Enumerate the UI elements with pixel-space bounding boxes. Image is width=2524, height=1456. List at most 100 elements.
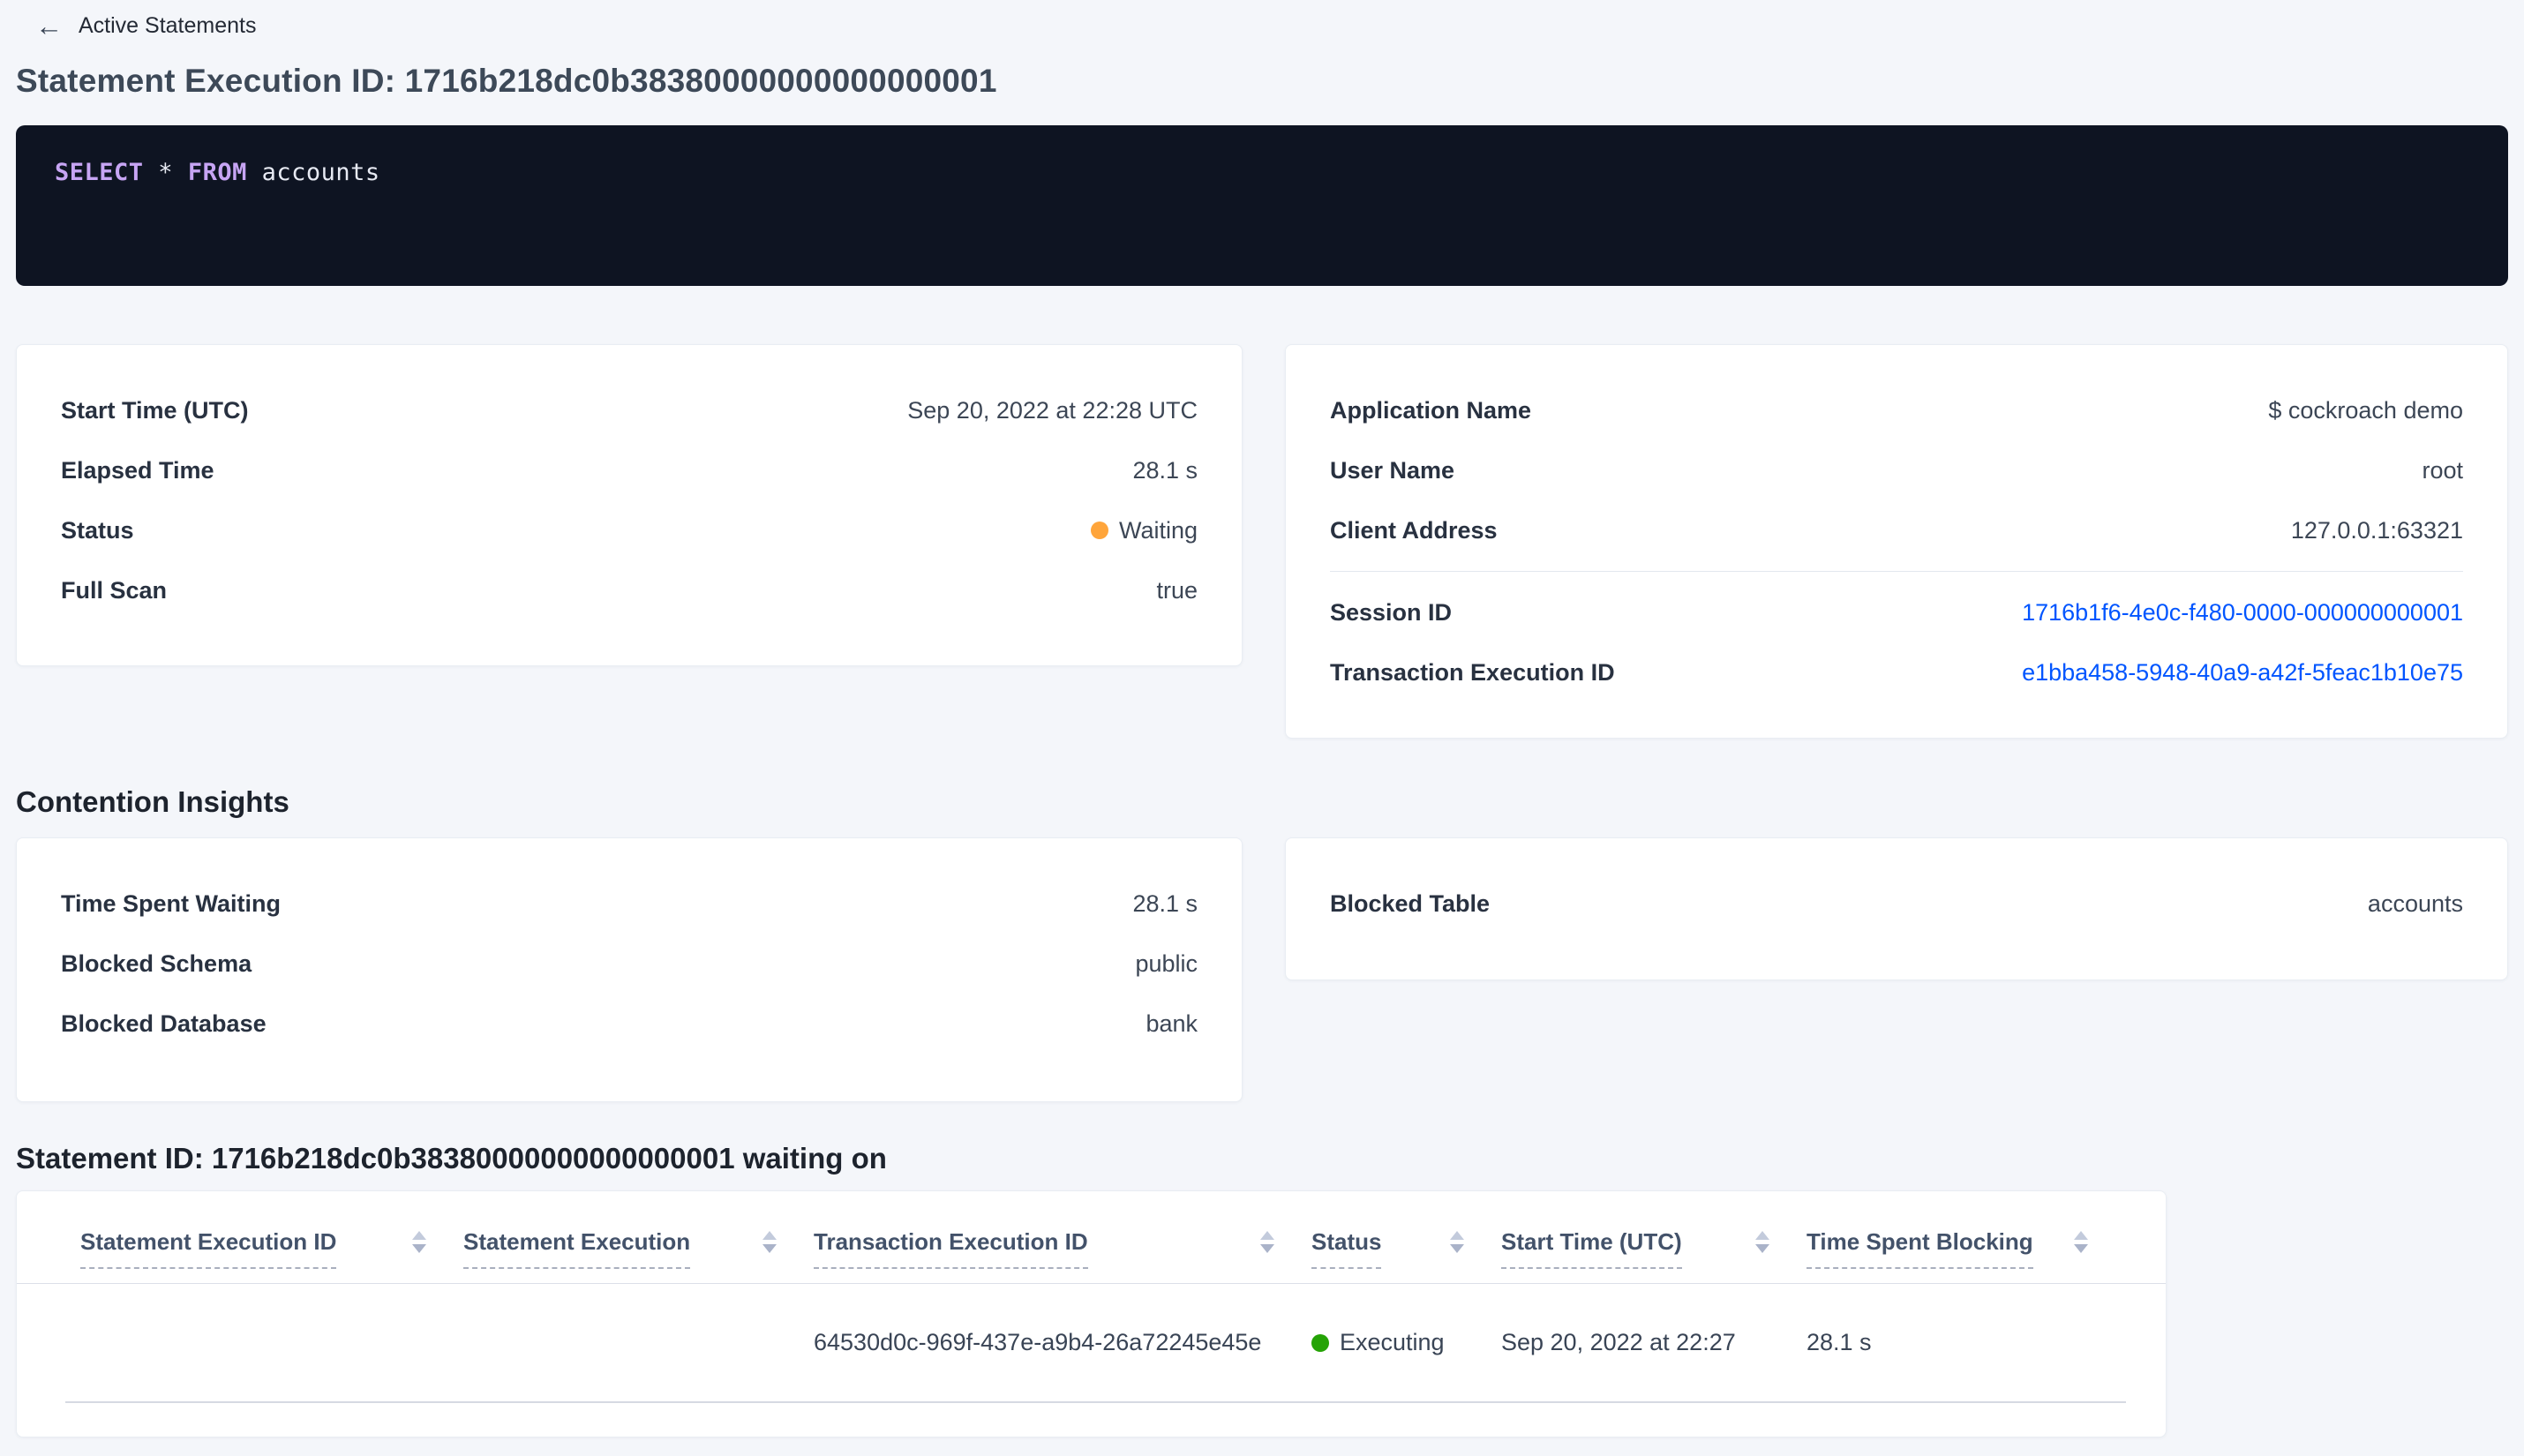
column-header-label[interactable]: Start Time (UTC) [1501, 1228, 1682, 1269]
card-divider [1330, 571, 2463, 572]
sort-icon[interactable] [1260, 1231, 1274, 1253]
status-dot-icon [1311, 1333, 1329, 1352]
sql-token-keyword: SELECT [55, 159, 144, 186]
column-header-statement_execution: Statement Execution [463, 1228, 814, 1269]
session-details-top: Application Name $ cockroach demo User Nam… [1330, 380, 2463, 560]
info-label: Client Address [1330, 516, 1498, 544]
table-row: 64530d0c-969f-437e-a9b4-26a72245e45e Exec… [65, 1284, 2126, 1403]
sql-statement-box: SELECT * FROM accounts [16, 125, 2508, 286]
sql-token-keyword: FROM [187, 159, 247, 186]
column-header-label[interactable]: Statement Execution [463, 1228, 691, 1269]
blocked-table-card: Blocked Table accounts [1285, 837, 2508, 980]
sort-down-icon [1260, 1244, 1274, 1253]
arrow-left-icon: ← [35, 10, 63, 41]
sql-token-plain: * [143, 159, 188, 186]
column-header-time_spent_blocking: Time Spent Blocking [1807, 1228, 2125, 1269]
column-header-label[interactable]: Time Spent Blocking [1807, 1228, 2033, 1269]
info-value: bank [1146, 1009, 1198, 1037]
back-to-active-statements-link[interactable]: ← Active Statements [35, 11, 256, 41]
cell-time_spent_blocking: 28.1 s [1807, 1329, 1872, 1355]
info-row: User Name root [1330, 440, 2463, 500]
sort-down-icon [412, 1244, 426, 1253]
sort-up-icon [1450, 1231, 1464, 1240]
column-header-status: Status [1311, 1228, 1501, 1269]
info-label: Elapsed Time [61, 456, 214, 484]
sort-down-icon [2074, 1244, 2088, 1253]
sort-icon[interactable] [1450, 1231, 1464, 1253]
info-label: Start Time (UTC) [61, 396, 249, 424]
waiting-on-heading: Statement ID: 1716b218dc0b38380000000000… [16, 1142, 887, 1175]
info-value: public [1135, 949, 1198, 977]
info-value: 28.1 s [1132, 456, 1198, 484]
session-details-card: Application Name $ cockroach demo User Nam… [1285, 344, 2508, 739]
info-value: root [2422, 456, 2463, 484]
sort-icon[interactable] [1755, 1231, 1769, 1253]
info-row: Transaction Execution ID e1bba458-5948-40… [1330, 642, 2463, 702]
contention-details-card: Time Spent Waiting 28.1 s Blocked Schema pu… [16, 837, 1243, 1102]
sort-up-icon [1755, 1231, 1769, 1240]
statement-execution-page: ← Active Statements Statement Execution … [0, 0, 2524, 1456]
sql-statement-text: SELECT * FROM accounts [55, 159, 380, 186]
info-label: Status [61, 516, 134, 544]
sort-up-icon [1260, 1231, 1274, 1240]
breadcrumb-label: Active Statements [79, 13, 257, 38]
info-row: Status Waiting [61, 500, 1198, 560]
info-value: 127.0.0.1:63321 [2290, 516, 2463, 544]
info-label: Transaction Execution ID [1330, 658, 1615, 686]
info-row: Elapsed Time 28.1 s [61, 440, 1198, 500]
sort-icon[interactable] [2074, 1231, 2088, 1253]
info-row: Session ID 1716b1f6-4e0c-f480-0000-000000… [1330, 582, 2463, 642]
info-value: accounts [2367, 889, 2463, 917]
sort-down-icon [762, 1244, 777, 1253]
info-row: Blocked Schema public [61, 934, 1198, 994]
sort-icon[interactable] [762, 1231, 777, 1253]
info-row: Full Scan true [61, 560, 1198, 620]
column-header-label[interactable]: Transaction Execution ID [814, 1228, 1088, 1269]
execution-details-card: Start Time (UTC) Sep 20, 2022 at 22:28 UT… [16, 344, 1243, 666]
sort-down-icon [1450, 1244, 1464, 1253]
column-header-transaction_execution_id: Transaction Execution ID [814, 1228, 1311, 1269]
waiting-on-table-header: Statement Execution ID Statement Executio… [17, 1191, 2166, 1284]
sort-up-icon [2074, 1231, 2088, 1240]
info-row: Time Spent Waiting 28.1 s [61, 874, 1198, 934]
waiting-on-table: Statement Execution ID Statement Executio… [16, 1190, 2167, 1437]
info-label: Time Spent Waiting [61, 889, 282, 917]
contention-insights-heading: Contention Insights [16, 785, 289, 818]
info-value: $ cockroach demo [2268, 396, 2463, 424]
column-header-label[interactable]: Statement Execution ID [80, 1228, 337, 1269]
column-header-start_time: Start Time (UTC) [1501, 1228, 1807, 1269]
info-label: Blocked Table [1330, 889, 1491, 917]
sql-token-plain: accounts [246, 159, 380, 186]
sort-icon[interactable] [412, 1231, 426, 1253]
info-value: 28.1 s [1132, 889, 1198, 917]
info-value-link[interactable]: 1716b1f6-4e0c-f480-0000-000000000001 [2022, 599, 2463, 627]
info-value: Waiting [1090, 517, 1198, 544]
column-header-statement_execution_id: Statement Execution ID [80, 1228, 463, 1269]
info-label: Full Scan [61, 576, 168, 604]
sort-up-icon [412, 1231, 426, 1240]
cell-status: Executing [1311, 1329, 1501, 1356]
info-row: Client Address 127.0.0.1:63321 [1330, 500, 2463, 560]
info-value-link[interactable]: e1bba458-5948-40a9-a42f-5feac1b10e75 [2022, 659, 2463, 687]
page-title: Statement Execution ID: 1716b218dc0b3838… [16, 63, 997, 99]
sort-up-icon [762, 1231, 777, 1240]
contention-cards-row: Time Spent Waiting 28.1 s Blocked Schema pu… [16, 837, 2508, 1102]
info-label: Application Name [1330, 396, 1532, 424]
sort-down-icon [1755, 1244, 1769, 1253]
info-label: User Name [1330, 456, 1455, 484]
column-header-label[interactable]: Status [1311, 1228, 1382, 1269]
summary-cards-row: Start Time (UTC) Sep 20, 2022 at 22:28 UT… [16, 344, 2508, 739]
info-row: Blocked Database bank [61, 994, 1198, 1054]
cell-transaction_execution_id: 64530d0c-969f-437e-a9b4-26a72245e45e [814, 1329, 1262, 1355]
status-dot-icon [1090, 522, 1108, 539]
cell-start_time: Sep 20, 2022 at 22:27 [1501, 1329, 1736, 1355]
info-row: Start Time (UTC) Sep 20, 2022 at 22:28 UT… [61, 380, 1198, 440]
info-label: Session ID [1330, 598, 1453, 626]
session-details-links: Session ID 1716b1f6-4e0c-f480-0000-000000… [1330, 582, 2463, 702]
info-value: Sep 20, 2022 at 22:28 UTC [907, 396, 1198, 424]
info-row: Blocked Table accounts [1330, 874, 2463, 934]
info-value: true [1156, 576, 1198, 604]
info-row: Application Name $ cockroach demo [1330, 380, 2463, 440]
waiting-on-table-body: 64530d0c-969f-437e-a9b4-26a72245e45e Exec… [65, 1284, 2126, 1403]
info-label: Blocked Schema [61, 949, 252, 977]
